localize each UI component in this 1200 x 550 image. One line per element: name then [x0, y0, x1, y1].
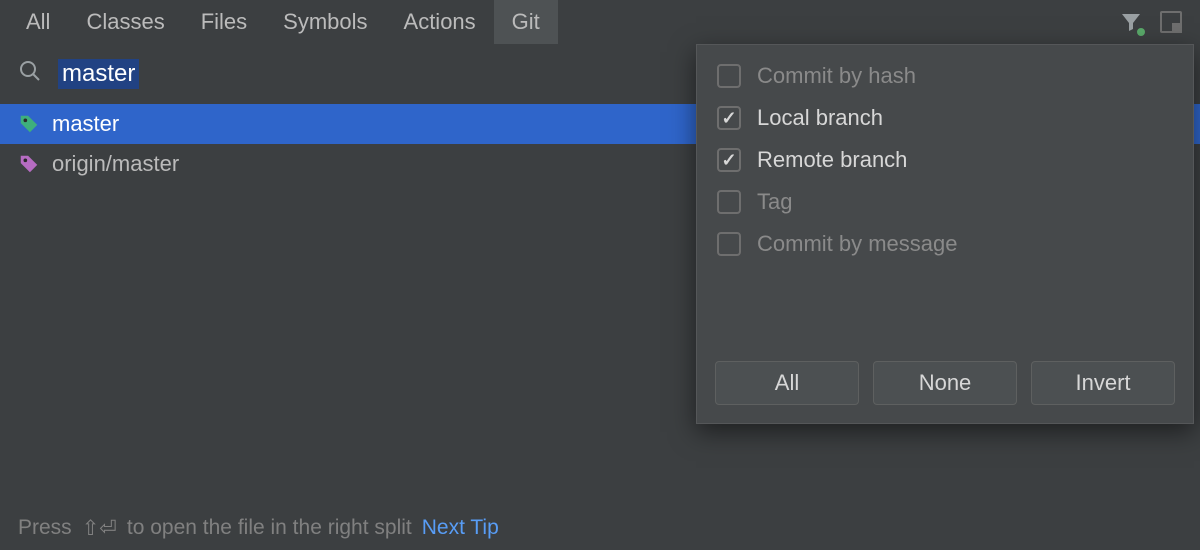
filter-option-tag[interactable]: Tag [697, 181, 1193, 223]
filter-option-local-branch[interactable]: Local branch [697, 97, 1193, 139]
filter-option-label: Commit by message [757, 231, 958, 257]
tab-symbols[interactable]: Symbols [265, 0, 385, 44]
checkbox[interactable] [717, 148, 741, 172]
filter-none-button[interactable]: None [873, 361, 1017, 405]
status-suffix: to open the file in the right split [127, 516, 412, 540]
tab-git[interactable]: Git [494, 0, 558, 44]
branch-tag-icon [18, 113, 40, 135]
filter-active-dot [1137, 28, 1145, 36]
search-everywhere-tabs: All Classes Files Symbols Actions Git [0, 0, 1200, 44]
filter-option-remote-branch[interactable]: Remote branch [697, 139, 1193, 181]
branch-tag-icon [18, 153, 40, 175]
tab-actions[interactable]: Actions [386, 0, 494, 44]
filter-button-row: All None Invert [697, 345, 1193, 423]
filter-option-commit-message[interactable]: Commit by message [697, 223, 1193, 265]
status-bar: Press ⇧⏎ to open the file in the right s… [0, 506, 1200, 550]
checkbox[interactable] [717, 190, 741, 214]
tab-files[interactable]: Files [183, 0, 265, 44]
filter-option-label: Tag [757, 189, 792, 215]
filter-all-button[interactable]: All [715, 361, 859, 405]
search-input-value: master [58, 59, 139, 89]
checkbox[interactable] [717, 106, 741, 130]
status-prefix: Press [18, 516, 72, 540]
filter-option-commit-hash[interactable]: Commit by hash [697, 55, 1193, 97]
status-shortcut: ⇧⏎ [82, 516, 117, 541]
tab-classes[interactable]: Classes [68, 0, 182, 44]
filter-option-label: Remote branch [757, 147, 907, 173]
filter-icon[interactable] [1118, 9, 1144, 35]
checkbox[interactable] [717, 64, 741, 88]
checkbox[interactable] [717, 232, 741, 256]
search-icon [18, 59, 42, 89]
open-in-tool-window-icon[interactable] [1160, 11, 1182, 33]
next-tip-link[interactable]: Next Tip [422, 516, 499, 540]
tab-all[interactable]: All [8, 0, 68, 44]
filter-invert-button[interactable]: Invert [1031, 361, 1175, 405]
result-label: master [52, 111, 119, 137]
filter-option-label: Commit by hash [757, 63, 916, 89]
filter-popup: Commit by hash Local branch Remote branc… [696, 44, 1194, 424]
result-label: origin/master [52, 151, 179, 177]
filter-option-label: Local branch [757, 105, 883, 131]
